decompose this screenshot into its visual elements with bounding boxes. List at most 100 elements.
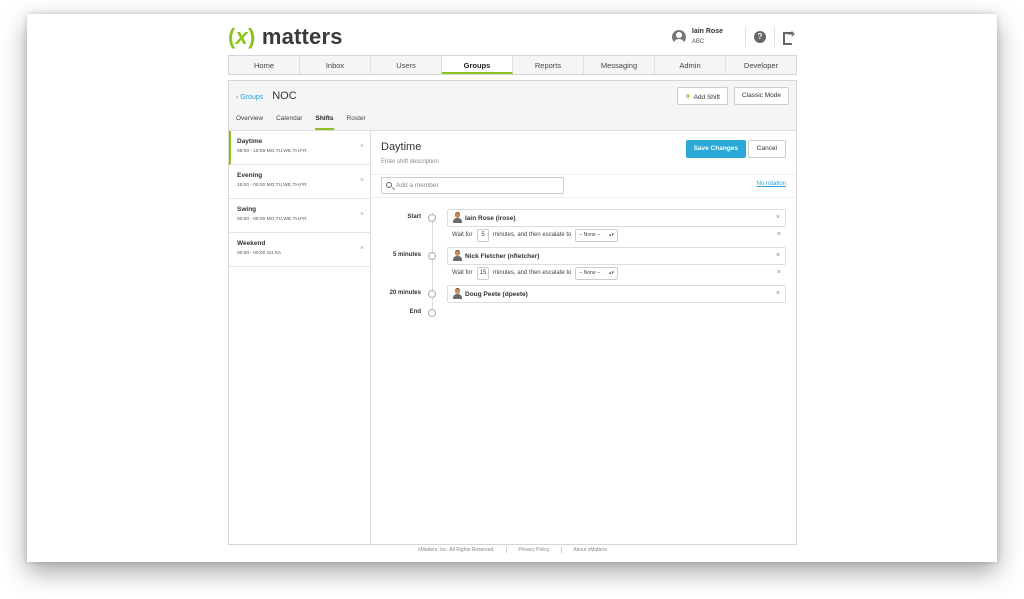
add-shift-label: Add Shift [693,94,720,101]
logo-paren-open: ( [228,24,236,49]
person-icon [453,213,462,223]
close-icon[interactable]: × [776,252,780,259]
shift-editor: Daytime Enter shift description Save Cha… [371,131,796,544]
nav-messaging[interactable]: Messaging [584,56,655,74]
close-icon[interactable]: × [776,214,780,221]
stage-label: 20 minutes [389,290,421,296]
header-buttons: + Add Shift Classic Mode [677,87,789,105]
save-changes-button[interactable]: Save Changes [685,140,746,158]
plus-icon: + [685,91,691,101]
nav-users[interactable]: Users [371,56,442,74]
panel-header: ‹ Groups NOC + Add Shift Classic Mode Ove… [229,81,796,131]
wait-minutes-input[interactable]: 5 [477,229,489,242]
select-arrows-icon: ▴▾ [608,232,614,238]
shift-list: Daytime 08:00 - 16:00 MO,TU,WE,TH,FR × E… [229,131,371,544]
stage-label: End [409,309,421,315]
escalate-text: minutes, and then escalate to [493,232,572,238]
member-card[interactable]: Iain Rose (irose) × [447,209,786,227]
escalate-select[interactable]: -- None -- ▴▾ [575,267,618,280]
tab-overview[interactable]: Overview [236,115,263,130]
add-member-input[interactable] [396,180,556,191]
stage-dot[interactable] [428,290,436,298]
user-name: Iain Rose [691,28,723,35]
tab-shifts[interactable]: Shifts [315,115,334,130]
divider [774,27,775,47]
avatar[interactable] [671,30,686,44]
escalate-select[interactable]: -- None -- ▴▾ [575,229,618,242]
shift-item-daytime[interactable]: Daytime 08:00 - 16:00 MO,TU,WE,TH,FR × [229,131,370,165]
shift-item-weekend[interactable]: Weekend 00:00 - 00:00 SU,SA × [229,233,370,267]
search-icon [386,182,392,188]
close-icon[interactable]: × [360,211,364,218]
stage-dot[interactable] [428,214,436,222]
logo-paren-close: ) [247,24,256,49]
close-icon[interactable]: × [360,143,364,150]
nav-developer[interactable]: Developer [726,56,796,74]
escalate-select-value: -- None -- [579,270,601,276]
classic-mode-button[interactable]: Classic Mode [733,87,789,105]
member-name: Iain Rose (irose) [465,215,516,222]
topbar: (x) matters Iain Rose ABC ? [228,22,797,52]
page-title: NOC [272,90,297,102]
nav-home[interactable]: Home [229,56,300,74]
xmatters-logo[interactable]: (x) matters [228,24,343,50]
shift-item-swing[interactable]: Swing 00:00 - 08:00 MO,TU,WE,TH,FR × [229,199,370,233]
logo-word: matters [261,24,343,49]
privacy-policy-link[interactable]: Privacy Policy [508,547,559,553]
wait-minutes-input[interactable]: 15 [477,267,489,280]
shift-item-evening[interactable]: Evening 16:00 - 00:00 MO,TU,WE,TH,FR × [229,165,370,199]
add-shift-button[interactable]: + Add Shift [677,87,728,105]
footer: xMatters, Inc. All Rights Reserved. Priv… [228,547,797,553]
tab-roster[interactable]: Roster [347,115,366,130]
breadcrumb: ‹ Groups NOC [236,90,297,102]
nav-inbox[interactable]: Inbox [300,56,371,74]
shift-time: 00:00 - 08:00 MO,TU,WE,TH,FR [237,217,307,222]
close-icon[interactable]: × [776,290,780,297]
shift-name: Weekend [237,240,266,247]
escalate-select-value: -- None -- [579,232,601,238]
member-name: Nick Fletcher (nfletcher) [465,253,540,260]
close-icon[interactable]: × [777,269,781,276]
member-card[interactable]: Doug Peete (dpeete) × [447,285,786,303]
footer-copyright: xMatters, Inc. All Rights Reserved. [418,547,495,554]
stage-dot[interactable] [428,309,436,317]
member-name: Doug Peete (dpeete) [465,291,528,298]
nav-groups[interactable]: Groups [442,56,513,74]
group-panel: ‹ Groups NOC + Add Shift Classic Mode Ove… [228,80,797,545]
escalate-text: minutes, and then escalate to [493,270,572,276]
logo-x: x [235,24,248,49]
breadcrumb-groups-link[interactable]: ‹ Groups [236,94,263,101]
person-icon [453,289,462,299]
escalation-row: Wait for 5 minutes, and then escalate to… [447,227,786,245]
tab-calendar[interactable]: Calendar [276,115,302,130]
wait-for-label: Wait for [452,270,473,276]
cancel-button[interactable]: Cancel [747,140,786,158]
nav-admin[interactable]: Admin [655,56,726,74]
shift-time: 08:00 - 16:00 MO,TU,WE,TH,FR [237,149,307,154]
user-info[interactable]: Iain Rose ABC [692,27,723,47]
logout-icon[interactable] [783,29,797,45]
shift-title[interactable]: Daytime [381,141,421,153]
person-icon [453,251,462,261]
member-card[interactable]: Nick Fletcher (nfletcher) × [447,247,786,265]
no-rotation-link[interactable]: No rotation [757,181,786,187]
close-icon[interactable]: × [360,177,364,184]
shift-time: 00:00 - 00:00 SU,SA [237,251,281,256]
shift-description[interactable]: Enter shift description [381,159,439,165]
about-link[interactable]: About xMatters [563,547,617,553]
divider [560,547,562,553]
close-icon[interactable]: × [777,231,781,238]
add-member-field[interactable] [381,177,564,194]
nav-reports[interactable]: Reports [513,56,584,74]
help-icon[interactable]: ? [754,31,766,43]
app: (x) matters Iain Rose ABC ? Home Inbox U… [228,22,797,545]
divider [371,174,796,175]
escalation-row: Wait for 15 minutes, and then escalate t… [447,265,786,283]
shift-time: 16:00 - 00:00 MO,TU,WE,TH,FR [237,183,307,188]
stage-dot[interactable] [428,252,436,260]
shift-name: Swing [237,206,257,213]
group-subtabs: Overview Calendar Shifts Roster [236,115,366,130]
main-nav: Home Inbox Users Groups Reports Messagin… [228,55,797,75]
close-icon[interactable]: × [360,245,364,252]
divider [505,547,507,553]
